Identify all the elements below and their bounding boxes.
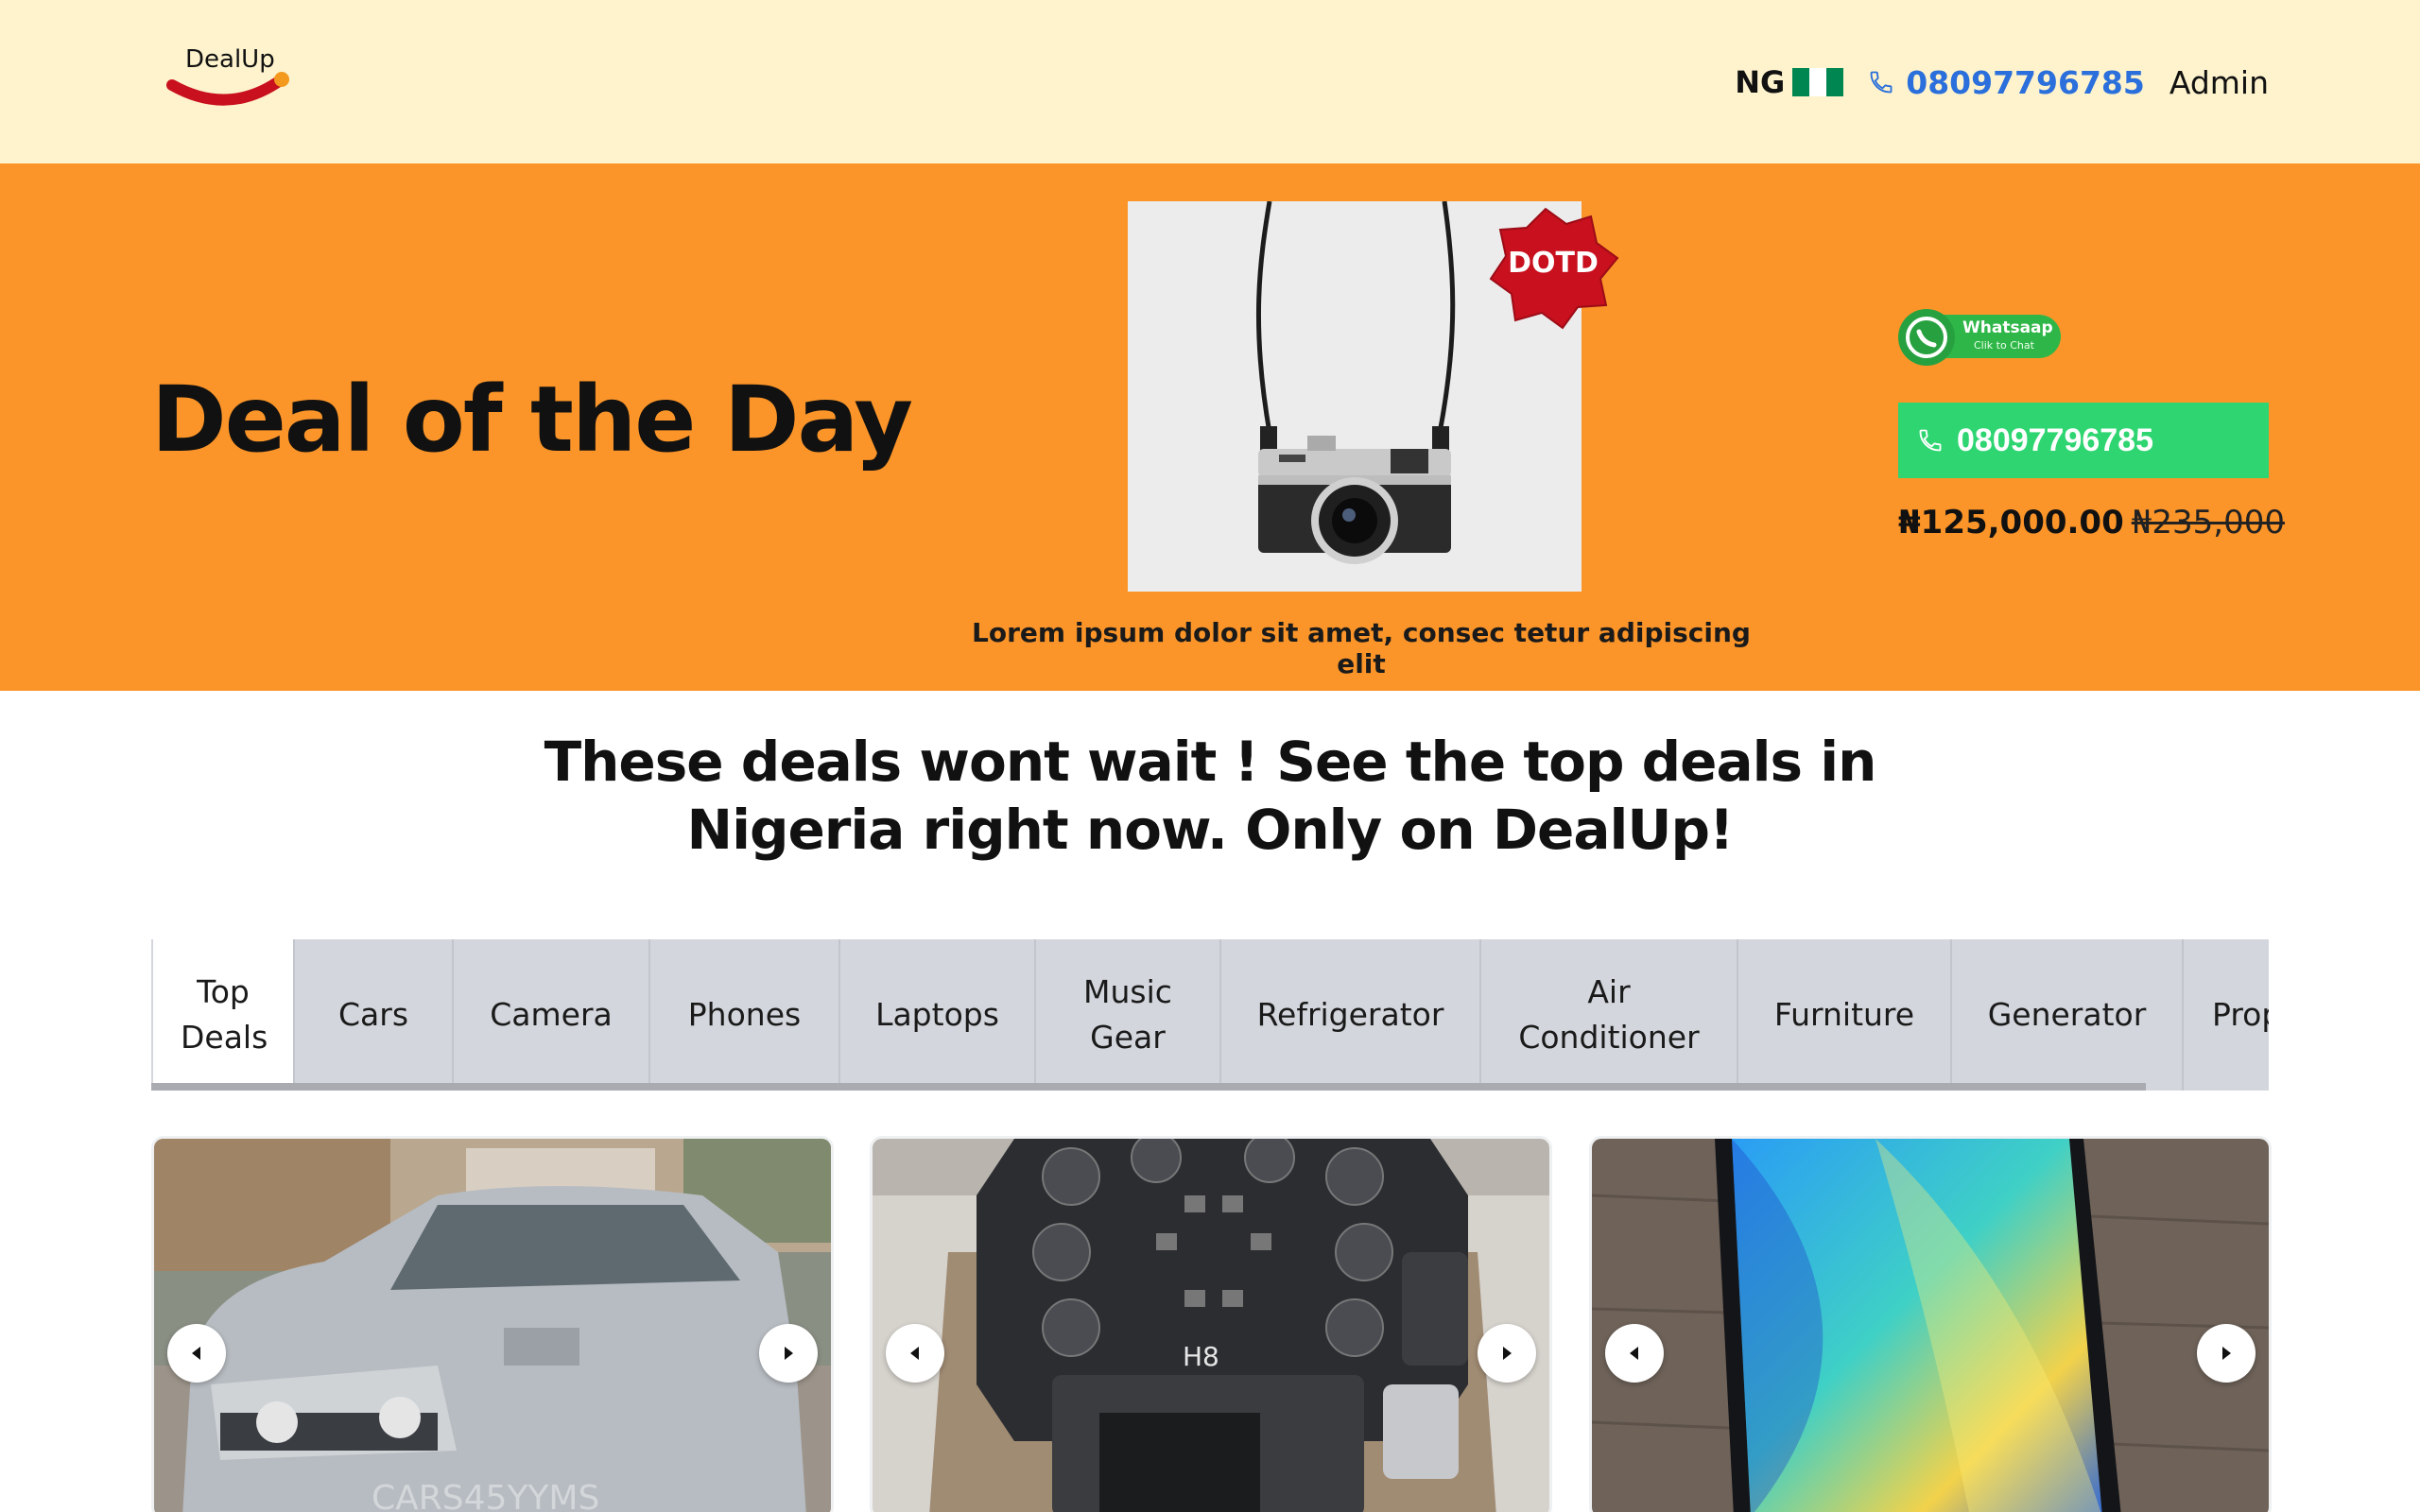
tab-cars[interactable]: Cars xyxy=(295,939,454,1091)
deal-of-the-day-banner: Deal of the Day DOTD Lorem ipsum dolor s… xyxy=(0,163,2420,691)
tagline-line-2: Nigeria right now. Only on DealUp! xyxy=(686,798,1735,862)
whatsapp-sublabel: Clik to Chat xyxy=(1974,339,2034,352)
whatsapp-chat-button[interactable]: Whatsaap Clik to Chat xyxy=(1898,307,2063,368)
device-label: H8 xyxy=(1183,1341,1219,1372)
header-nav: NG 08097796785 Admin xyxy=(1735,59,2269,106)
current-price: ₦125,000.00 xyxy=(1898,504,2124,541)
header-phone-link[interactable]: 08097796785 xyxy=(1868,64,2145,101)
phone-icon xyxy=(1870,71,1893,94)
tab-label: Laptops xyxy=(875,996,999,1033)
car-photo-watermark: CARS45YYMS xyxy=(372,1479,599,1512)
tab-phones[interactable]: Phones xyxy=(650,939,840,1091)
caret-left-icon xyxy=(1630,1347,1638,1360)
tab-label: Refrigerator xyxy=(1256,996,1444,1033)
carousel-next-button[interactable] xyxy=(1478,1324,1536,1383)
tagline-line-1: These deals wont wait ! See the top deal… xyxy=(544,730,1877,794)
dotd-badge-text: DOTD xyxy=(1508,247,1599,280)
tab-label: Air Conditioner xyxy=(1518,973,1700,1056)
site-header: DealUp NG 08097796785 Admin xyxy=(0,0,2420,163)
hero-title: Deal of the Day xyxy=(151,367,913,472)
tab-label: Phones xyxy=(687,996,802,1033)
tab-laptops[interactable]: Laptops xyxy=(840,939,1036,1091)
dotd-badge: DOTD xyxy=(1487,201,1619,334)
tab-label: Camera xyxy=(490,996,613,1033)
tab-label: Prop xyxy=(2212,996,2269,1033)
carousel-next-button[interactable] xyxy=(2197,1324,2256,1383)
dealup-logo[interactable]: DealUp xyxy=(166,42,293,110)
tab-top-deals[interactable]: Top Deals xyxy=(151,939,295,1091)
caret-left-icon xyxy=(910,1347,919,1360)
call-deal-button[interactable]: 08097796785 xyxy=(1898,403,2269,478)
call-button-number: 08097796785 xyxy=(1957,421,2154,458)
caret-left-icon xyxy=(192,1347,200,1360)
tab-music-gear[interactable]: Music Gear xyxy=(1036,939,1221,1091)
tab-label: Furniture xyxy=(1773,996,1915,1033)
deal-price: ₦125,000.00 ₦235,000 xyxy=(1898,504,2285,541)
caret-right-icon xyxy=(1503,1347,1512,1360)
car-photo: CARS45YYMS xyxy=(154,1139,831,1512)
logo-text: DealUp xyxy=(185,45,275,74)
deal-card[interactable] xyxy=(1592,1139,2269,1512)
carousel-prev-button[interactable] xyxy=(1605,1324,1664,1383)
category-tabs: Top Deals Cars Camera Phones Laptops Mus… xyxy=(151,939,2269,1091)
deal-card[interactable]: CARS45YYMS xyxy=(154,1139,831,1512)
tab-label: Music Gear xyxy=(1083,973,1172,1056)
whatsapp-label: Whatsaap xyxy=(1962,318,2053,337)
tabs-scrollbar[interactable] xyxy=(151,1083,2146,1091)
carousel-prev-button[interactable] xyxy=(167,1324,226,1383)
tab-air-conditioner[interactable]: Air Conditioner xyxy=(1481,939,1738,1091)
smartphone-photo xyxy=(1592,1139,2269,1512)
tab-label: Cars xyxy=(337,996,409,1033)
tab-property[interactable]: Prop xyxy=(2184,939,2269,1091)
country-selector[interactable]: NG xyxy=(1735,64,1844,100)
original-price: ₦235,000 xyxy=(2131,504,2285,541)
deals-tagline: These deals wont wait ! See the top deal… xyxy=(529,728,1891,864)
phone-icon xyxy=(1919,429,1942,452)
country-code: NG xyxy=(1735,64,1786,100)
tab-track: Top Deals Cars Camera Phones Laptops Mus… xyxy=(151,939,2269,1091)
caret-right-icon xyxy=(2222,1347,2231,1360)
tab-camera[interactable]: Camera xyxy=(454,939,650,1091)
tab-label: Top Deals xyxy=(181,973,268,1056)
tab-label: Generator xyxy=(1987,996,2147,1033)
deal-caption: Lorem ipsum dolor sit amet, consec tetur… xyxy=(972,617,1751,679)
whatsapp-icon xyxy=(1898,309,2061,366)
caret-right-icon xyxy=(785,1347,793,1360)
tab-generator[interactable]: Generator xyxy=(1952,939,2184,1091)
carousel-next-button[interactable] xyxy=(759,1324,818,1383)
tab-furniture[interactable]: Furniture xyxy=(1738,939,1952,1091)
header-phone-number: 08097796785 xyxy=(1906,63,2145,101)
deal-card[interactable]: H8 xyxy=(873,1139,1549,1512)
admin-link[interactable]: Admin xyxy=(2169,64,2269,101)
carousel-prev-button[interactable] xyxy=(886,1324,944,1383)
nigeria-flag-icon xyxy=(1792,68,1844,96)
tab-refrigerator[interactable]: Refrigerator xyxy=(1221,939,1481,1091)
audio-recorder-photo: H8 xyxy=(873,1139,1549,1512)
